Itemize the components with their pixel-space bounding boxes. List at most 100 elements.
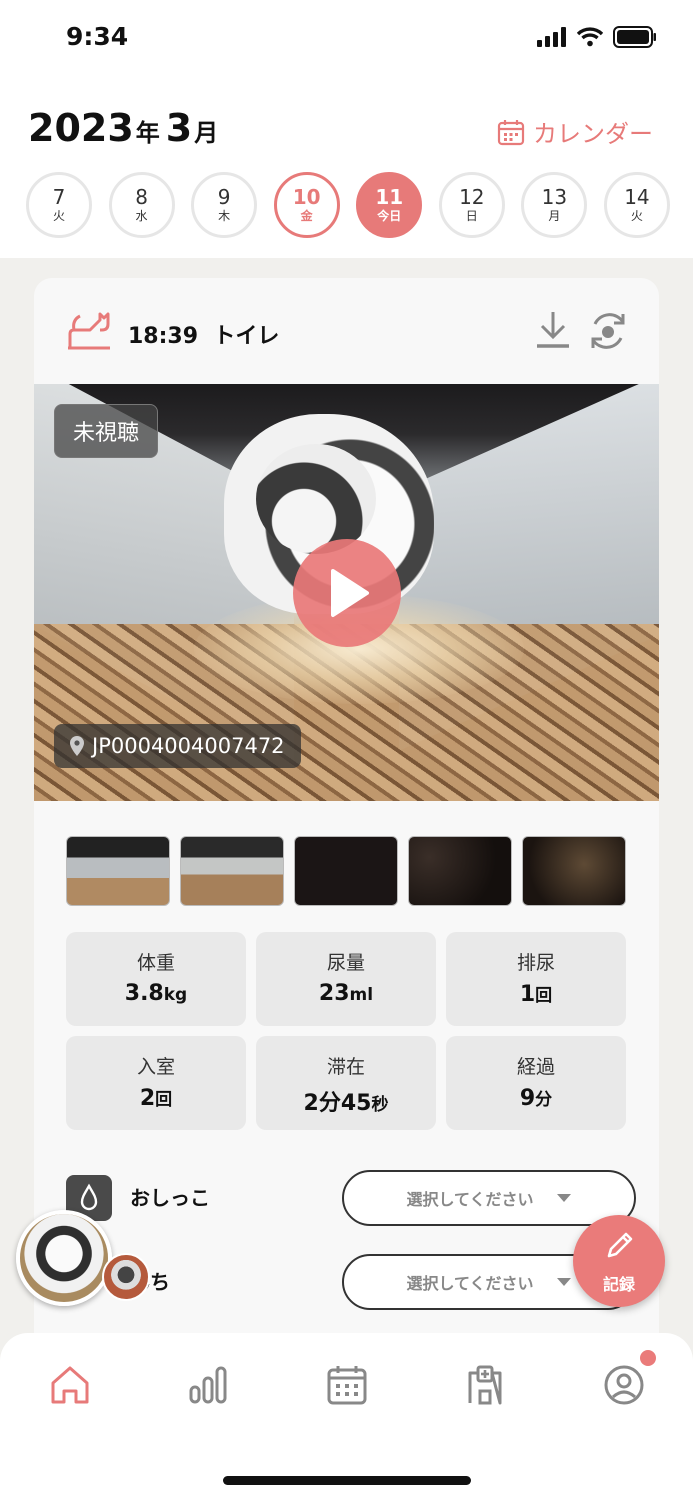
notification-dot [640, 1350, 656, 1366]
stat-value: 1回 [446, 981, 626, 1007]
toilet-event-card: 18:39 トイレ 未視聴 JP0004004007472 体重 3.8kg 尿… [34, 278, 659, 1358]
stat-unit: 秒 [371, 1095, 389, 1115]
event-time: 18:39 [128, 324, 199, 349]
day-14[interactable]: 14 火 [603, 172, 670, 238]
day-number: 9 [217, 185, 231, 209]
thumbnail-strip [66, 836, 626, 906]
device-location-label: JP0004004007472 [54, 724, 301, 768]
stat-number: 9 [519, 1086, 536, 1111]
profile-icon[interactable] [602, 1363, 646, 1407]
thumbnail[interactable] [180, 836, 284, 906]
stat-urine-volume: 尿量 23ml [256, 932, 436, 1026]
calendar-tab-icon[interactable] [325, 1363, 369, 1407]
video-frame-cat-head [256, 444, 376, 554]
date-header: 2023年 3月 カレンダー 7火 8水 9木 10 金 11 今日 12 日 13 月 … [0, 80, 693, 258]
stat-label: 排尿 [516, 952, 555, 974]
pet-avatar[interactable] [16, 1210, 112, 1306]
thumbnail[interactable] [294, 836, 398, 906]
calendar-link[interactable]: カレンダー [497, 114, 653, 149]
thumbnail[interactable] [408, 836, 512, 906]
stat-value: 3.8kg [66, 981, 246, 1006]
stat-unit: 回 [155, 1090, 173, 1110]
stats-grid: 体重 3.8kg 尿量 23ml 排尿 1回 入室 2回 滞在 2分45秒 経過 9分 [66, 932, 626, 1130]
pet-avatar-secondary[interactable] [102, 1253, 150, 1301]
stat-value: 2分45秒 [256, 1085, 436, 1117]
download-icon[interactable] [535, 310, 571, 350]
stat-urination-count: 排尿 1回 [446, 932, 626, 1026]
video-player[interactable]: 未視聴 JP0004004007472 [34, 384, 659, 801]
stat-number: 23 [318, 981, 350, 1006]
stat-stay-duration: 滞在 2分45秒 [256, 1036, 436, 1130]
year-text: 2023 [28, 106, 134, 150]
day-selector: 7火 8水 9木 10 金 11 今日 12 日 13 月 14 火 [26, 172, 670, 238]
calendar-link-label: カレンダー [533, 120, 653, 148]
play-button[interactable] [293, 539, 401, 647]
event-type: トイレ [213, 324, 280, 349]
chart-icon[interactable] [186, 1363, 230, 1407]
stat-elapsed: 経過 9分 [446, 1036, 626, 1130]
caret-down-icon [556, 1278, 571, 1286]
record-button[interactable]: 記録 [573, 1215, 665, 1307]
status-time: 9:34 [66, 22, 129, 51]
cat-toilet-icon [68, 312, 110, 350]
stat-unit: 分 [535, 1090, 553, 1110]
urine-select[interactable]: 選択してください [342, 1170, 636, 1226]
day-number: 11 [375, 185, 404, 209]
day-10-selected[interactable]: 10 金 [273, 172, 340, 238]
year-suffix: 年 [135, 119, 160, 147]
day-number: 14 [624, 185, 650, 209]
stat-weight: 体重 3.8kg [66, 932, 246, 1026]
play-icon [331, 569, 369, 617]
day-weekday: 木 [218, 209, 231, 223]
record-button-label: 記録 [602, 1275, 635, 1294]
day-weekday: 火 [630, 209, 643, 223]
pencil-icon [607, 1232, 633, 1258]
stat-unit: kg [163, 985, 188, 1005]
home-indicator [223, 1476, 471, 1485]
day-weekday: 金 [300, 209, 313, 223]
stat-number: 3.8 [124, 981, 164, 1006]
select-placeholder: 選択してください [406, 1274, 534, 1293]
stat-label: 入室 [136, 1056, 175, 1078]
rotate-icon[interactable] [587, 310, 629, 352]
event-title: 18:39 トイレ [128, 318, 279, 350]
day-weekday: 今日 [377, 209, 402, 223]
day-weekday: 水 [135, 209, 148, 223]
select-placeholder: 選択してください [406, 1190, 534, 1209]
thumbnail[interactable] [522, 836, 626, 906]
day-8[interactable]: 8水 [108, 172, 175, 238]
urine-row: おしっこ 選択してください [66, 1166, 636, 1226]
stat-value: 9分 [446, 1085, 626, 1111]
day-number: 12 [459, 185, 485, 209]
bottom-tab-bar [0, 1333, 693, 1500]
caret-down-icon [556, 1194, 571, 1202]
stat-label: 滞在 [326, 1056, 365, 1078]
day-13[interactable]: 13 月 [521, 172, 588, 238]
day-weekday: 日 [465, 209, 478, 223]
urine-label: おしっこ [130, 1186, 210, 1210]
stat-unit: 回 [535, 986, 553, 1006]
calendar-icon [497, 119, 525, 145]
month-suffix: 月 [194, 119, 219, 147]
day-7[interactable]: 7火 [26, 172, 92, 238]
day-9[interactable]: 9木 [191, 172, 258, 238]
day-weekday: 火 [52, 209, 65, 223]
wifi-icon [577, 27, 603, 47]
day-12[interactable]: 12 日 [438, 172, 505, 238]
home-icon[interactable] [48, 1363, 92, 1407]
status-icons [537, 26, 657, 48]
card-header: 18:39 トイレ [34, 278, 659, 384]
day-number: 10 [292, 185, 321, 209]
hospital-icon[interactable] [463, 1363, 507, 1407]
stat-entries: 入室 2回 [66, 1036, 246, 1130]
stat-label: 体重 [136, 952, 175, 974]
stat-number: 1 [519, 982, 536, 1007]
stat-label: 尿量 [326, 952, 365, 974]
thumbnail[interactable] [66, 836, 170, 906]
stat-label: 経過 [516, 1056, 555, 1078]
signal-icon [537, 27, 566, 47]
device-id: JP0004004007472 [92, 734, 285, 758]
day-11-today[interactable]: 11 今日 [356, 172, 423, 238]
unwatched-badge: 未視聴 [54, 404, 159, 458]
day-weekday: 月 [548, 209, 561, 223]
